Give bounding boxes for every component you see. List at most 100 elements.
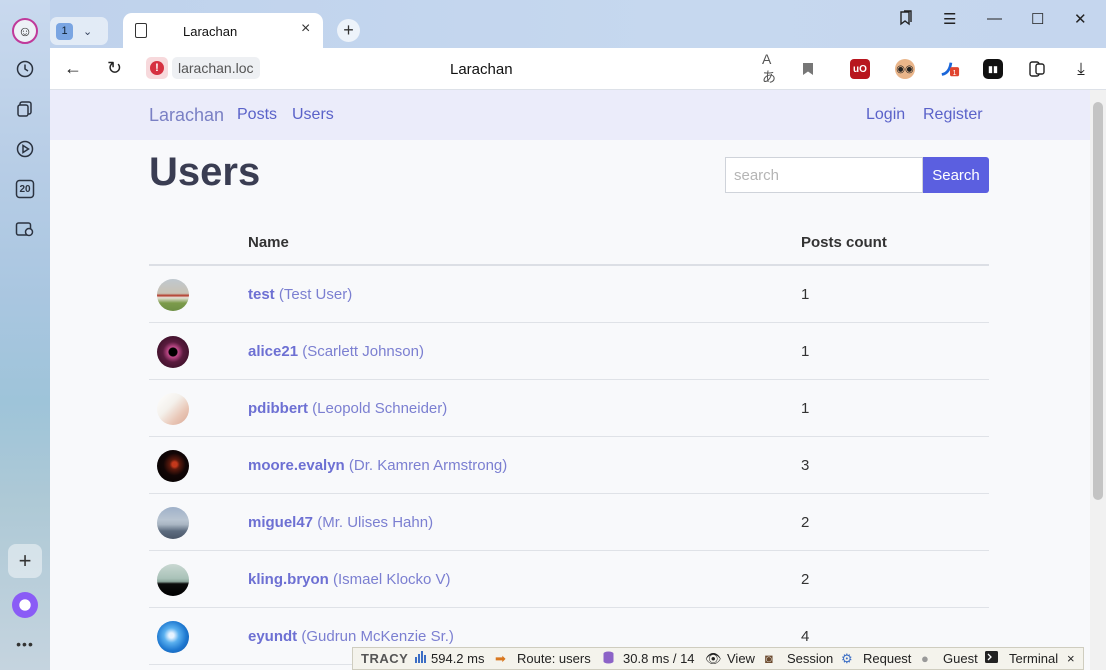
user-link[interactable]: kling.bryon (Ismael Klocko V) [248, 571, 451, 588]
menu-icon[interactable]: ☰ [943, 10, 956, 28]
brand-link[interactable]: Larachan [149, 105, 224, 126]
tracy-session[interactable]: Session [787, 651, 833, 666]
bookmarks-icon[interactable] [898, 10, 914, 30]
posts-count: 2 [801, 571, 810, 588]
collections-icon[interactable] [12, 96, 38, 122]
table-row: alice21 (Scarlett Johnson) 1 [149, 323, 989, 380]
posts-count: 2 [801, 514, 810, 531]
address-page-title: Larachan [450, 61, 513, 78]
posts-count: 1 [801, 286, 810, 303]
nav-posts-link[interactable]: Posts [237, 106, 277, 124]
insecure-warning-icon[interactable]: ! [146, 57, 168, 79]
user-fullname: (Mr. Ulises Hahn) [317, 514, 434, 531]
maximize-icon[interactable]: ☐ [1031, 10, 1044, 28]
posts-count: 1 [801, 343, 810, 360]
avatar [157, 564, 189, 596]
extension-notify-icon[interactable]: 1 [940, 59, 960, 79]
history-icon[interactable] [12, 56, 38, 82]
address-bar: ← ↻ ! larachan.loc Larachan Aあ uO ◉◉ 1 ▮… [50, 48, 1106, 90]
tracy-terminal[interactable]: Terminal [1009, 651, 1058, 666]
url-field[interactable]: larachan.loc [172, 57, 260, 79]
scrollbar-thumb[interactable] [1093, 102, 1103, 500]
table-header: Name Posts count [149, 220, 989, 266]
page-icon [135, 23, 147, 38]
tab-group-button[interactable]: 1 ⌄ [50, 17, 108, 45]
play-icon[interactable] [12, 136, 38, 162]
user-link[interactable]: test (Test User) [248, 286, 352, 303]
tab-bar: 1 ⌄ Larachan × + ☰ — ☐ ✕ [50, 0, 1106, 49]
ublock-icon[interactable]: uO [850, 59, 870, 79]
user-link[interactable]: pdibbert (Leopold Schneider) [248, 400, 447, 417]
extension-face-icon[interactable]: ◉◉ [895, 59, 915, 79]
back-icon[interactable]: ← [64, 58, 82, 79]
user-fullname: (Scarlett Johnson) [302, 343, 424, 360]
posts-count: 3 [801, 457, 810, 474]
user-fullname: (Gudrun McKenzie Sr.) [301, 628, 454, 645]
tracy-view[interactable]: View [727, 651, 755, 666]
tab-title: Larachan [183, 24, 238, 39]
table-row: pdibbert (Leopold Schneider) 1 [149, 380, 989, 437]
browser-sidebar: ☺ 20 + ••• [0, 0, 50, 670]
session-icon: ◙ [765, 651, 773, 666]
eye-icon: 👁 [705, 651, 722, 666]
new-tab-button[interactable]: + [337, 19, 360, 42]
gears-icon: ⚙ [841, 651, 853, 666]
tracy-time[interactable]: 594.2 ms [431, 651, 484, 666]
avatar [157, 393, 189, 425]
profile-avatar[interactable]: ☺ [12, 18, 38, 44]
search-input[interactable] [725, 157, 923, 193]
tab-group-count: 1 [56, 22, 73, 40]
reload-icon[interactable]: ↻ [107, 58, 122, 79]
user-fullname: (Test User) [278, 286, 353, 303]
search-button[interactable]: Search [923, 157, 989, 193]
column-posts-header: Posts count [801, 234, 887, 251]
reader-icon[interactable] [1027, 59, 1047, 79]
active-tab[interactable]: Larachan × [123, 13, 323, 49]
posts-count: 1 [801, 400, 810, 417]
close-window-icon[interactable]: ✕ [1074, 10, 1087, 28]
tab-close-icon[interactable]: × [301, 20, 310, 38]
tracy-route[interactable]: Route: users [517, 651, 591, 666]
table-row: test (Test User) 1 [149, 266, 989, 323]
user-fullname: (Leopold Schneider) [312, 400, 448, 417]
avatar [157, 279, 189, 311]
avatar [157, 450, 189, 482]
nav-users-link[interactable]: Users [292, 106, 334, 124]
sidebar-badge-text: 20 [19, 183, 31, 195]
download-icon[interactable]: ⤓ [1071, 59, 1091, 79]
register-link[interactable]: Register [923, 106, 983, 124]
tracy-db[interactable]: 30.8 ms / 14 [623, 651, 695, 666]
user-link[interactable]: eyundt (Gudrun McKenzie Sr.) [248, 628, 454, 645]
user-fullname: (Dr. Kamren Armstrong) [348, 457, 508, 474]
column-name-header: Name [248, 234, 289, 251]
user-link[interactable]: moore.evalyn (Dr. Kamren Armstrong) [248, 457, 507, 474]
users-table: Name Posts count test (Test User) 1 alic… [149, 220, 989, 665]
bookmark-icon[interactable] [798, 59, 818, 79]
add-panel-button[interactable]: + [8, 544, 42, 578]
table-row: miguel47 (Mr. Ulises Hahn) 2 [149, 494, 989, 551]
assistant-icon[interactable] [12, 592, 38, 618]
extension-glasses-icon[interactable]: ▮▮ [983, 59, 1003, 79]
tracy-close-icon[interactable]: × [1067, 651, 1075, 666]
login-link[interactable]: Login [866, 106, 905, 124]
time-chart-icon [415, 651, 426, 666]
table-row: kling.bryon (Ismael Klocko V) 2 [149, 551, 989, 608]
tracy-logo[interactable]: TRACY [361, 651, 408, 666]
site-navbar: Larachan Posts Users Login Register [50, 90, 1090, 140]
screenshot-icon[interactable] [12, 216, 38, 242]
user-link[interactable]: alice21 (Scarlett Johnson) [248, 343, 424, 360]
more-icon[interactable]: ••• [12, 636, 38, 652]
page-title: Users [149, 150, 261, 194]
user-link[interactable]: miguel47 (Mr. Ulises Hahn) [248, 514, 433, 531]
terminal-icon [985, 651, 998, 666]
tracy-guest[interactable]: Guest [943, 651, 978, 666]
svg-text:1: 1 [953, 68, 957, 77]
user-icon: ● [921, 651, 929, 666]
translate-icon[interactable]: Aあ [762, 51, 782, 85]
page-scrollbar[interactable] [1090, 90, 1106, 670]
minimize-icon[interactable]: — [987, 10, 1002, 27]
badge-20-icon[interactable]: 20 [12, 176, 38, 202]
table-row: moore.evalyn (Dr. Kamren Armstrong) 3 [149, 437, 989, 494]
tracy-request[interactable]: Request [863, 651, 911, 666]
tracy-debug-bar: TRACY 594.2 ms ➡ Route: users 30.8 ms / … [352, 647, 1084, 670]
